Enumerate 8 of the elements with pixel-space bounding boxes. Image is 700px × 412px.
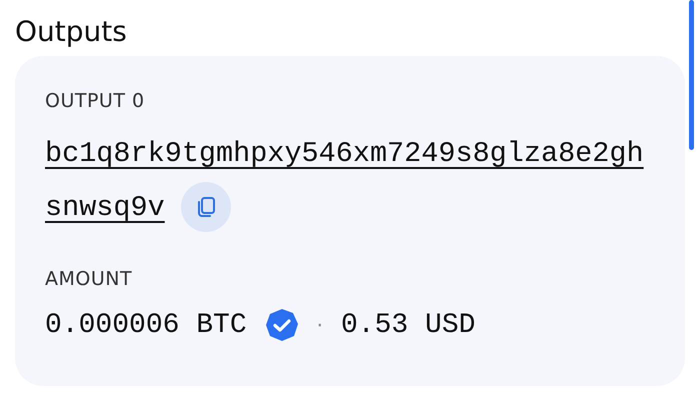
address-link[interactable]: bc1q8rk9tgmhpxy546xm7249s8glza8e2gh [45,136,644,170]
section-title: Outputs [15,14,128,50]
amount-label: AMOUNT [45,268,134,290]
address-link[interactable]: snwsq9v [45,190,165,224]
btc-amount: 0.000006 BTC [45,310,247,340]
fiat-amount: 0.53 USD [341,310,476,340]
output-label: OUTPUT 0 [45,90,146,112]
separator-dot: · [316,313,323,337]
